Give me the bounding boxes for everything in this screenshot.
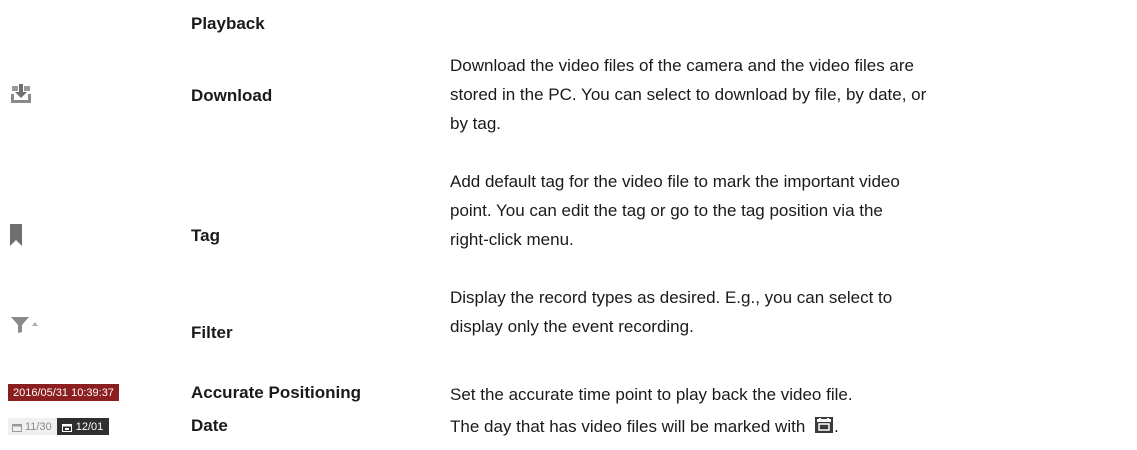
- date-cell-current: 12/01: [56, 418, 110, 435]
- desc-line: Set the accurate time point to play back…: [450, 385, 853, 404]
- desc-suffix: .: [834, 417, 839, 436]
- row-name: Download: [191, 86, 273, 105]
- row-name: Filter: [191, 323, 233, 342]
- row-description: Download the video files of the camera a…: [450, 51, 1130, 138]
- download-icon: [10, 83, 32, 110]
- desc-line: by tag.: [450, 114, 502, 133]
- desc-line: right-click menu.: [450, 230, 574, 249]
- row-name: Date: [191, 416, 228, 435]
- row-description: Set the accurate time point to play back…: [450, 380, 1130, 409]
- row-description: Add default tag for the video file to ma…: [450, 167, 1130, 254]
- row-name: Accurate Positioning: [191, 383, 362, 402]
- calendar-icon: [12, 423, 22, 432]
- playback-doc: Playback Download Download the video fil…: [0, 0, 1137, 450]
- date-text: 11/30: [25, 421, 52, 433]
- desc-line: stored in the PC. You can select to down…: [450, 85, 927, 104]
- desc-line: Display the record types as desired. E.g…: [450, 288, 893, 307]
- desc-line: Download the video files of the camera a…: [450, 56, 914, 75]
- date-selector: 11/30 12/01: [8, 418, 110, 437]
- row-description: The day that has video files will be mar…: [450, 412, 1130, 441]
- row-name: Tag: [191, 226, 220, 245]
- calendar-icon: [815, 417, 834, 433]
- time-text: 2016/05/31 10:39:37: [8, 384, 119, 401]
- desc-line: display only the event recording.: [450, 317, 694, 336]
- calendar-icon: [61, 423, 72, 432]
- desc-text: The day that has video files will be mar…: [450, 417, 806, 436]
- section-heading: Playback: [191, 14, 265, 33]
- date-text: 12/01: [75, 421, 104, 433]
- desc-line: point. You can edit the tag or go to the…: [450, 201, 883, 220]
- desc-line: The day that has video files will be mar…: [450, 412, 1130, 441]
- filter-icon: [10, 316, 38, 339]
- time-display: 2016/05/31 10:39:37: [8, 383, 119, 401]
- tag-icon: [10, 224, 22, 251]
- row-description: Display the record types as desired. E.g…: [450, 283, 1130, 341]
- date-cell-previous: 11/30: [8, 418, 57, 435]
- desc-line: Add default tag for the video file to ma…: [450, 172, 900, 191]
